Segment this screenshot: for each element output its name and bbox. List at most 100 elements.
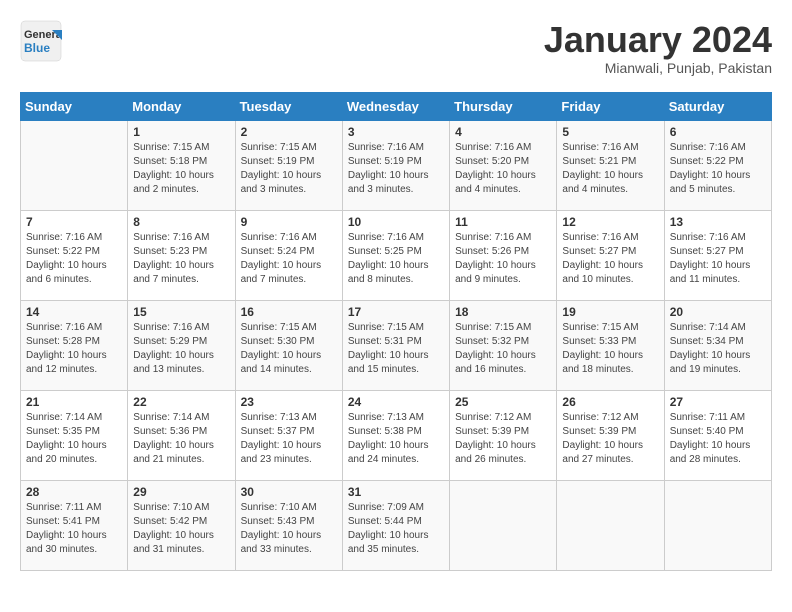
day-info: Sunrise: 7:16 AMSunset: 5:27 PMDaylight:… <box>562 231 658 287</box>
calendar-cell: 12 Sunrise: 7:16 AMSunset: 5:27 PMDayligh… <box>557 210 664 300</box>
calendar-cell: 26 Sunrise: 7:12 AMSunset: 5:39 PMDayligh… <box>557 390 664 480</box>
calendar-cell <box>21 120 128 210</box>
calendar-cell: 14 Sunrise: 7:16 AMSunset: 5:28 PMDayligh… <box>21 300 128 390</box>
day-info: Sunrise: 7:10 AMSunset: 5:42 PMDaylight:… <box>133 501 229 557</box>
calendar-cell: 17 Sunrise: 7:15 AMSunset: 5:31 PMDayligh… <box>342 300 449 390</box>
day-number: 9 <box>241 215 337 229</box>
location-label: Mianwali, Punjab, Pakistan <box>544 60 772 76</box>
day-number: 3 <box>348 125 444 139</box>
calendar-cell: 31Sunrise: 7:09 AMSunset: 5:44 PMDayligh… <box>342 480 449 570</box>
day-info: Sunrise: 7:10 AMSunset: 5:43 PMDaylight:… <box>241 501 337 557</box>
day-info: Sunrise: 7:15 AMSunset: 5:33 PMDaylight:… <box>562 321 658 377</box>
day-info: Sunrise: 7:16 AMSunset: 5:29 PMDaylight:… <box>133 321 229 377</box>
day-info: Sunrise: 7:13 AMSunset: 5:37 PMDaylight:… <box>241 411 337 467</box>
day-info: Sunrise: 7:11 AMSunset: 5:41 PMDaylight:… <box>26 501 122 557</box>
day-number: 12 <box>562 215 658 229</box>
day-info: Sunrise: 7:16 AMSunset: 5:23 PMDaylight:… <box>133 231 229 287</box>
day-number: 30 <box>241 485 337 499</box>
day-number: 6 <box>670 125 766 139</box>
day-number: 29 <box>133 485 229 499</box>
calendar-cell: 20Sunrise: 7:14 AMSunset: 5:34 PMDayligh… <box>664 300 771 390</box>
calendar-cell: 29 Sunrise: 7:10 AMSunset: 5:42 PMDayligh… <box>128 480 235 570</box>
calendar-cell: 27Sunrise: 7:11 AMSunset: 5:40 PMDayligh… <box>664 390 771 480</box>
header-cell-wednesday: Wednesday <box>342 92 449 120</box>
day-number: 18 <box>455 305 551 319</box>
calendar-cell: 15Sunrise: 7:16 AMSunset: 5:29 PMDayligh… <box>128 300 235 390</box>
day-number: 17 <box>348 305 444 319</box>
calendar-cell: 3 Sunrise: 7:16 AMSunset: 5:19 PMDaylight… <box>342 120 449 210</box>
day-info: Sunrise: 7:14 AMSunset: 5:35 PMDaylight:… <box>26 411 122 467</box>
day-info: Sunrise: 7:13 AMSunset: 5:38 PMDaylight:… <box>348 411 444 467</box>
day-number: 23 <box>241 395 337 409</box>
calendar-cell: 28 Sunrise: 7:11 AMSunset: 5:41 PMDayligh… <box>21 480 128 570</box>
svg-text:Blue: Blue <box>24 41 50 55</box>
day-number: 25 <box>455 395 551 409</box>
day-number: 5 <box>562 125 658 139</box>
day-info: Sunrise: 7:16 AMSunset: 5:19 PMDaylight:… <box>348 141 444 197</box>
page-header: General Blue January 2024 Mianwali, Punj… <box>20 20 772 76</box>
header-cell-tuesday: Tuesday <box>235 92 342 120</box>
day-info: Sunrise: 7:15 AMSunset: 5:31 PMDaylight:… <box>348 321 444 377</box>
logo: General Blue <box>20 20 62 67</box>
logo-mark: General Blue <box>20 20 62 67</box>
day-info: Sunrise: 7:12 AMSunset: 5:39 PMDaylight:… <box>562 411 658 467</box>
day-number: 28 <box>26 485 122 499</box>
calendar-header: SundayMondayTuesdayWednesdayThursdayFrid… <box>21 92 772 120</box>
calendar-cell <box>557 480 664 570</box>
month-title: January 2024 <box>544 20 772 60</box>
day-number: 1 <box>133 125 229 139</box>
week-row-4: 21 Sunrise: 7:14 AMSunset: 5:35 PMDayligh… <box>21 390 772 480</box>
day-info: Sunrise: 7:16 AMSunset: 5:21 PMDaylight:… <box>562 141 658 197</box>
calendar-table: SundayMondayTuesdayWednesdayThursdayFrid… <box>20 92 772 571</box>
week-row-2: 7 Sunrise: 7:16 AMSunset: 5:22 PMDaylight… <box>21 210 772 300</box>
calendar-cell: 8 Sunrise: 7:16 AMSunset: 5:23 PMDaylight… <box>128 210 235 300</box>
calendar-cell: 19 Sunrise: 7:15 AMSunset: 5:33 PMDayligh… <box>557 300 664 390</box>
day-number: 14 <box>26 305 122 319</box>
day-number: 11 <box>455 215 551 229</box>
header-cell-thursday: Thursday <box>450 92 557 120</box>
day-number: 13 <box>670 215 766 229</box>
calendar-cell: 6Sunrise: 7:16 AMSunset: 5:22 PMDaylight… <box>664 120 771 210</box>
header-cell-sunday: Sunday <box>21 92 128 120</box>
calendar-cell: 16Sunrise: 7:15 AMSunset: 5:30 PMDayligh… <box>235 300 342 390</box>
day-number: 27 <box>670 395 766 409</box>
day-info: Sunrise: 7:09 AMSunset: 5:44 PMDaylight:… <box>348 501 444 557</box>
calendar-body: 1Sunrise: 7:15 AMSunset: 5:18 PMDaylight… <box>21 120 772 570</box>
day-number: 22 <box>133 395 229 409</box>
header-row: SundayMondayTuesdayWednesdayThursdayFrid… <box>21 92 772 120</box>
header-cell-saturday: Saturday <box>664 92 771 120</box>
calendar-cell: 13 Sunrise: 7:16 AMSunset: 5:27 PMDayligh… <box>664 210 771 300</box>
calendar-cell: 25 Sunrise: 7:12 AMSunset: 5:39 PMDayligh… <box>450 390 557 480</box>
calendar-cell: 23 Sunrise: 7:13 AMSunset: 5:37 PMDayligh… <box>235 390 342 480</box>
day-info: Sunrise: 7:16 AMSunset: 5:28 PMDaylight:… <box>26 321 122 377</box>
day-info: Sunrise: 7:16 AMSunset: 5:22 PMDaylight:… <box>26 231 122 287</box>
day-info: Sunrise: 7:14 AMSunset: 5:36 PMDaylight:… <box>133 411 229 467</box>
day-number: 7 <box>26 215 122 229</box>
calendar-cell: 4Sunrise: 7:16 AMSunset: 5:20 PMDaylight… <box>450 120 557 210</box>
calendar-cell: 11Sunrise: 7:16 AMSunset: 5:26 PMDayligh… <box>450 210 557 300</box>
day-info: Sunrise: 7:12 AMSunset: 5:39 PMDaylight:… <box>455 411 551 467</box>
calendar-cell: 1Sunrise: 7:15 AMSunset: 5:18 PMDaylight… <box>128 120 235 210</box>
header-cell-monday: Monday <box>128 92 235 120</box>
day-info: Sunrise: 7:16 AMSunset: 5:27 PMDaylight:… <box>670 231 766 287</box>
calendar-cell: 10Sunrise: 7:16 AMSunset: 5:25 PMDayligh… <box>342 210 449 300</box>
calendar-cell <box>450 480 557 570</box>
day-info: Sunrise: 7:16 AMSunset: 5:25 PMDaylight:… <box>348 231 444 287</box>
week-row-5: 28 Sunrise: 7:11 AMSunset: 5:41 PMDayligh… <box>21 480 772 570</box>
calendar-cell: 5 Sunrise: 7:16 AMSunset: 5:21 PMDaylight… <box>557 120 664 210</box>
day-number: 21 <box>26 395 122 409</box>
calendar-cell: 30 Sunrise: 7:10 AMSunset: 5:43 PMDayligh… <box>235 480 342 570</box>
calendar-cell: 24Sunrise: 7:13 AMSunset: 5:38 PMDayligh… <box>342 390 449 480</box>
day-info: Sunrise: 7:15 AMSunset: 5:19 PMDaylight:… <box>241 141 337 197</box>
day-number: 2 <box>241 125 337 139</box>
header-cell-friday: Friday <box>557 92 664 120</box>
day-info: Sunrise: 7:14 AMSunset: 5:34 PMDaylight:… <box>670 321 766 377</box>
calendar-cell: 9Sunrise: 7:16 AMSunset: 5:24 PMDaylight… <box>235 210 342 300</box>
day-number: 16 <box>241 305 337 319</box>
day-number: 19 <box>562 305 658 319</box>
week-row-1: 1Sunrise: 7:15 AMSunset: 5:18 PMDaylight… <box>21 120 772 210</box>
calendar-cell: 21 Sunrise: 7:14 AMSunset: 5:35 PMDayligh… <box>21 390 128 480</box>
day-info: Sunrise: 7:15 AMSunset: 5:32 PMDaylight:… <box>455 321 551 377</box>
day-number: 26 <box>562 395 658 409</box>
day-number: 8 <box>133 215 229 229</box>
